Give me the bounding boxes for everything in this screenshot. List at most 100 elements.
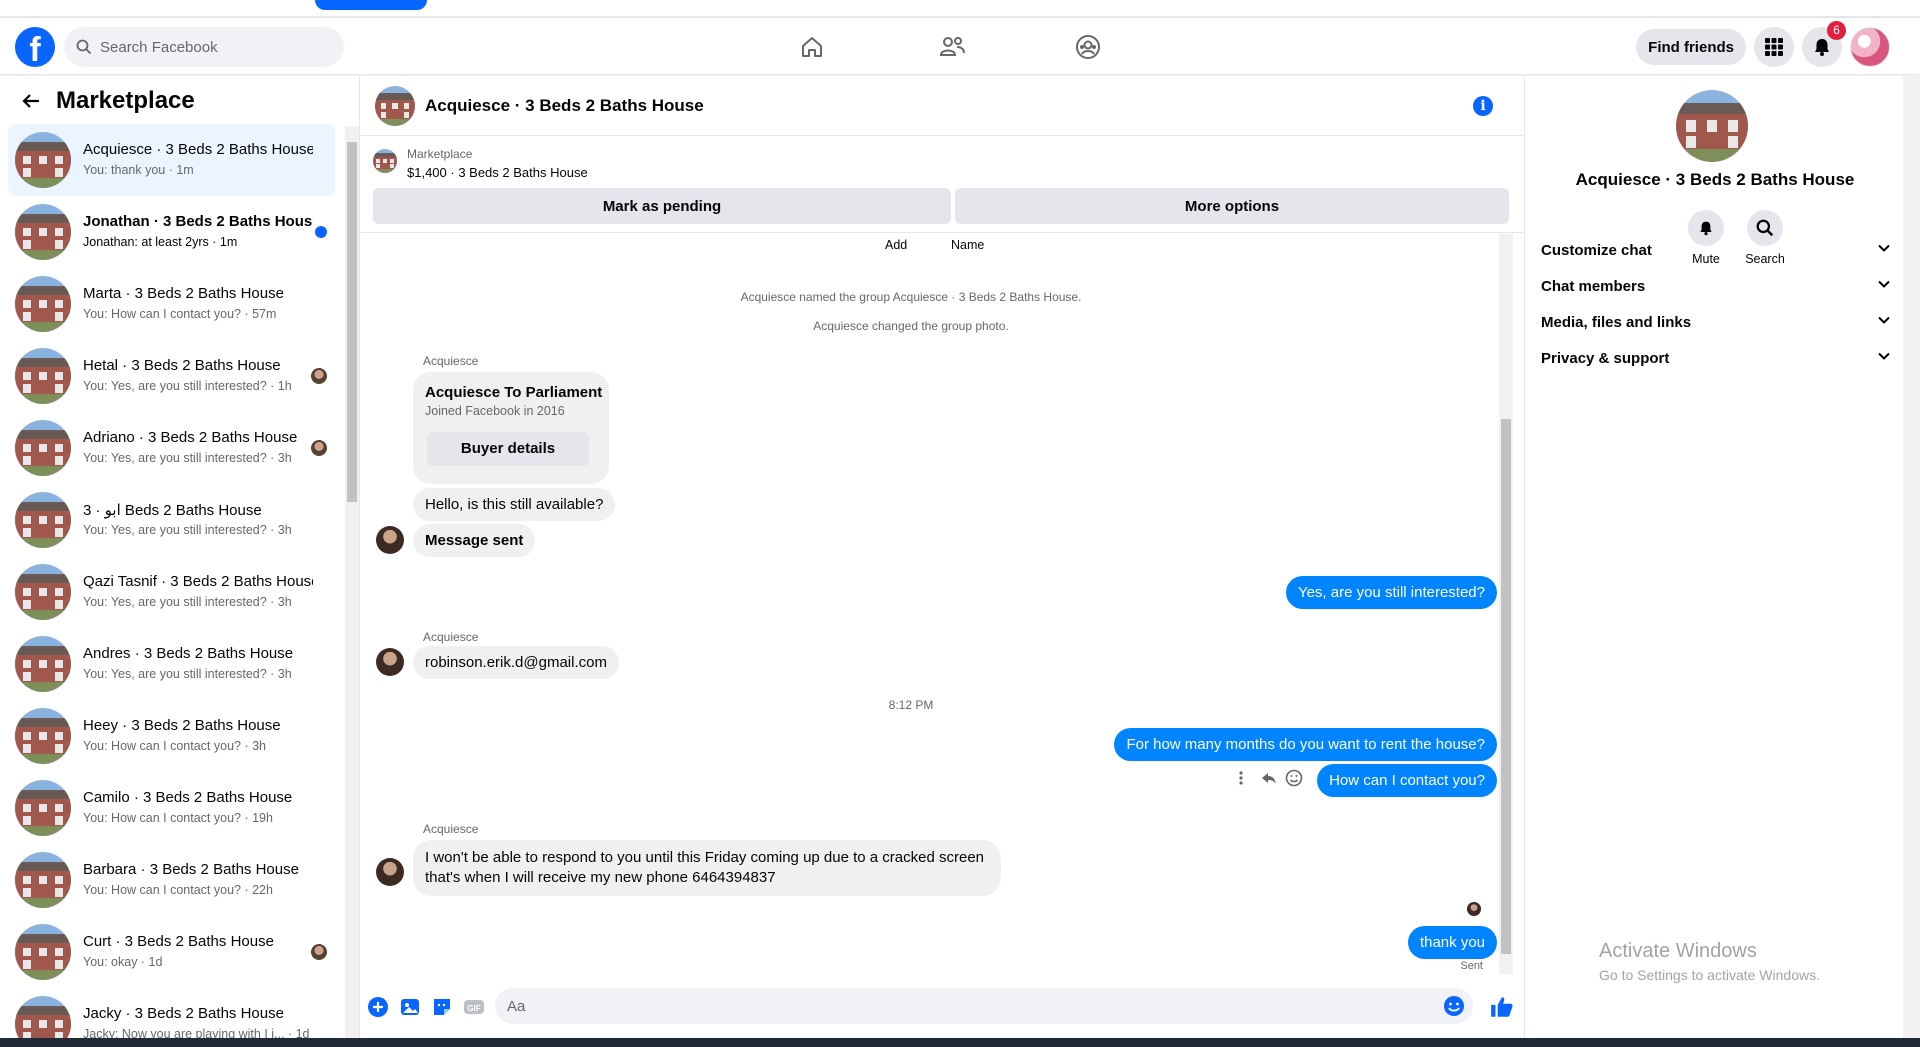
conversation-item[interactable]: Curt · 3 Beds 2 Baths House You: okay · 1… <box>8 916 335 988</box>
gif-icon[interactable]: GIF <box>463 996 485 1018</box>
sender-avatar[interactable] <box>376 526 404 554</box>
conversation-avatar <box>15 636 71 692</box>
sender-avatar[interactable] <box>376 648 404 676</box>
search-icon <box>76 39 92 55</box>
add-label: Add <box>885 238 908 252</box>
mark-as-pending-button[interactable]: Mark as pending <box>373 188 951 224</box>
facebook-logo-icon[interactable]: f <box>15 27 55 67</box>
seen-avatar <box>311 944 327 960</box>
reply-icon[interactable] <box>1261 770 1277 786</box>
sender-name: Acquiesce <box>423 630 479 644</box>
conversation-avatar <box>15 348 71 404</box>
conversation-item[interactable]: Barbara · 3 Beds 2 Baths House You: How c… <box>8 844 335 916</box>
sidebar-scrollbar[interactable] <box>345 126 359 1038</box>
conversation-snippet: You: okay · 1d <box>83 955 163 969</box>
info-icon[interactable]: i <box>1473 96 1493 116</box>
details-row-label: Media, files and links <box>1541 313 1692 331</box>
buyer-details-button[interactable]: Buyer details <box>427 432 589 466</box>
details-row[interactable]: Privacy & support <box>1541 340 1891 376</box>
details-row[interactable]: Media, files and links <box>1541 304 1891 340</box>
home-icon[interactable] <box>796 31 828 63</box>
conversation-avatar <box>15 564 71 620</box>
sidebar-title: Marketplace <box>56 87 195 114</box>
photo-icon[interactable] <box>399 996 421 1018</box>
chat-title[interactable]: Acquiesce · 3 Beds 2 Baths House <box>425 96 704 116</box>
page-scrollbar[interactable] <box>1903 76 1920 1038</box>
more-options-button[interactable]: More options <box>955 188 1509 224</box>
conversation-item[interactable]: Acquiesce · 3 Beds 2 Baths House You: tha… <box>8 124 335 196</box>
conversation-name: Jacky · 3 Beds 2 Baths House <box>83 1005 284 1022</box>
incoming-message[interactable]: Message sent <box>413 524 536 557</box>
conversation-item[interactable]: Jacky · 3 Beds 2 Baths House Jacky: Now y… <box>8 988 335 1038</box>
conversation-item[interactable]: ابو · 3 Beds 2 Baths House You: Yes, are … <box>8 484 335 556</box>
incoming-message[interactable]: Hello, is this still available? <box>413 488 616 521</box>
conversation-name: Barbara · 3 Beds 2 Baths House <box>83 861 299 878</box>
find-friends-button[interactable]: Find friends <box>1636 29 1746 65</box>
outgoing-message[interactable]: Yes, are you still interested? <box>1285 576 1497 609</box>
more-dots-icon[interactable] <box>1237 770 1245 786</box>
conversation-avatar <box>15 924 71 980</box>
chat-details-panel: Acquiesce · 3 Beds 2 Baths House Mute Se… <box>1524 76 1920 1038</box>
groups-icon[interactable] <box>1072 31 1104 63</box>
message-composer: GIF <box>361 976 1523 1036</box>
conversation-item[interactable]: Jonathan · 3 Beds 2 Baths House Jonathan:… <box>8 196 335 268</box>
sticker-icon[interactable] <box>431 996 453 1018</box>
marketplace-label: Marketplace <box>407 147 473 161</box>
listing-price[interactable]: $1,400 · 3 Beds 2 Baths House <box>407 165 588 180</box>
message-input[interactable] <box>507 988 1407 1024</box>
conversation-snippet: You: Yes, are you still interested? · 3h <box>83 595 292 609</box>
chat-scrollbar-thumb[interactable] <box>1501 419 1511 954</box>
details-row[interactable]: Chat members <box>1541 268 1891 304</box>
conversation-avatar <box>15 276 71 332</box>
listing-thumbnail[interactable] <box>373 149 397 173</box>
incoming-message[interactable]: robinson.erik.d@gmail.com <box>413 646 619 679</box>
windows-taskbar <box>0 1038 1920 1047</box>
conversation-item[interactable]: Heey · 3 Beds 2 Baths House You: How can … <box>8 700 335 772</box>
chevron-down-icon <box>1877 277 1891 295</box>
friends-icon[interactable] <box>936 31 968 63</box>
message-input-box[interactable] <box>495 988 1473 1024</box>
notification-count-badge: 6 <box>1827 21 1846 40</box>
thumbs-up-icon[interactable] <box>1489 994 1515 1020</box>
emoji-icon[interactable] <box>1443 995 1465 1017</box>
incoming-message-long[interactable]: I won't be able to respond to you until … <box>413 840 1001 896</box>
conversation-item[interactable]: Adriano · 3 Beds 2 Baths House You: Yes, … <box>8 412 335 484</box>
details-row[interactable]: Customize chat <box>1541 232 1891 268</box>
sidebar-scrollbar-thumb[interactable] <box>347 142 357 502</box>
conversation-item[interactable]: Marta · 3 Beds 2 Baths House You: How can… <box>8 268 335 340</box>
react-emoji-icon[interactable] <box>1285 769 1303 787</box>
details-row-label: Customize chat <box>1541 241 1652 259</box>
chat-scrollbar[interactable] <box>1499 234 1513 974</box>
header-right-actions: Find friends 6 <box>1636 21 1890 67</box>
chevron-down-icon <box>1877 241 1891 259</box>
chat-avatar[interactable] <box>375 86 415 126</box>
conversation-snippet: Jonathan: at least 2yrs · 1m <box>83 235 238 249</box>
plus-circle-icon[interactable] <box>367 996 389 1018</box>
group-avatar[interactable] <box>1676 90 1748 162</box>
sender-avatar[interactable] <box>376 858 404 886</box>
outgoing-message[interactable]: How can I contact you? <box>1317 764 1497 797</box>
sender-name: Acquiesce <box>423 354 479 368</box>
profile-avatar[interactable] <box>1850 27 1890 67</box>
conversation-item[interactable]: Camilo · 3 Beds 2 Baths House You: How ca… <box>8 772 335 844</box>
browser-tab-indicator[interactable] <box>315 0 427 10</box>
conversation-avatar <box>15 780 71 836</box>
back-arrow-icon[interactable] <box>22 91 42 111</box>
conversation-item[interactable]: Qazi Tasnif · 3 Beds 2 Baths House You: Y… <box>8 556 335 628</box>
search-input[interactable] <box>100 27 330 67</box>
search-bar[interactable] <box>64 27 344 67</box>
sender-name: Acquiesce <box>423 822 479 836</box>
notifications-bell-icon[interactable]: 6 <box>1802 21 1846 67</box>
outgoing-message[interactable]: thank you <box>1407 926 1497 959</box>
conversation-item[interactable]: Andres · 3 Beds 2 Baths House You: Yes, a… <box>8 628 335 700</box>
watermark-title: Activate Windows <box>1599 940 1757 962</box>
buyer-name: Acquiesce To Parliament <box>425 384 603 401</box>
menu-grid-icon[interactable] <box>1754 27 1794 67</box>
conversation-avatar <box>15 996 71 1038</box>
system-message-rename: Acquiesce named the group Acquiesce · 3 … <box>740 290 1082 304</box>
conversation-snippet: You: thank you · 1m <box>83 163 194 177</box>
listing-bar: Marketplace $1,400 · 3 Beds 2 Baths Hous… <box>361 137 1523 233</box>
conversation-item[interactable]: Hetal · 3 Beds 2 Baths House You: Yes, ar… <box>8 340 335 412</box>
outgoing-message[interactable]: For how many months do you want to rent … <box>1114 728 1497 761</box>
seen-avatar <box>311 368 327 384</box>
